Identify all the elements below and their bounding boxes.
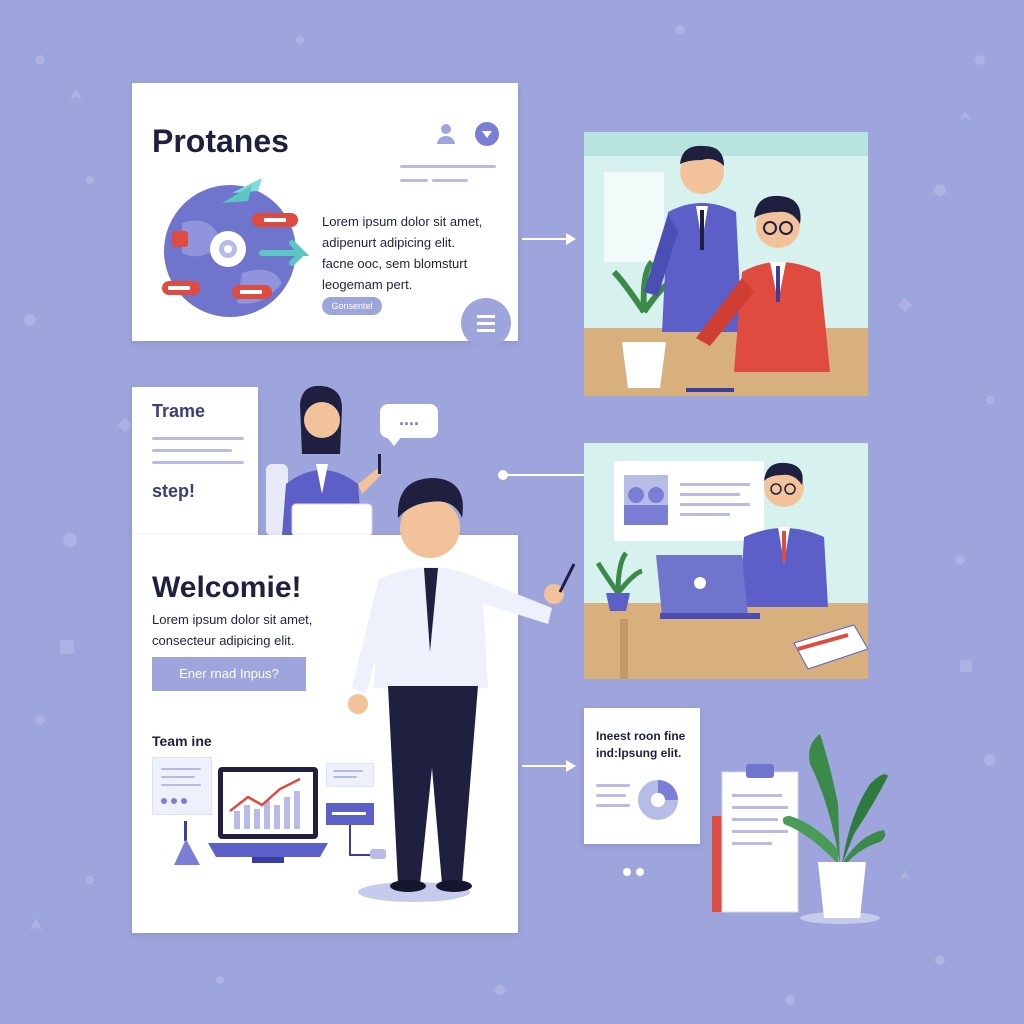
intro-card-body: Lorem ipsum dolor sit amet, adipenurt ad… (322, 214, 483, 292)
team-section-label: Team ine (152, 733, 212, 749)
decorative-line (152, 449, 232, 452)
connector-arrow (522, 238, 568, 240)
chevron-down-icon[interactable] (474, 121, 500, 152)
plant-illustration (780, 724, 890, 929)
info-card-text: Ineest roon fine ind:lpsung elit. (596, 729, 686, 760)
info-card: Ineest roon fine ind:lpsung elit. (584, 708, 700, 844)
tag-icon (172, 821, 202, 876)
user-icon[interactable] (434, 121, 458, 150)
intro-card-button[interactable]: Gonsentel (322, 297, 382, 315)
laptop-chart-illustration (208, 765, 328, 870)
decorative-line (596, 784, 630, 787)
side-card: Trame step! (132, 387, 258, 535)
arrow-head (566, 233, 576, 245)
welcome-input-button[interactable]: Ener rnad Inpus? (152, 657, 306, 691)
welcome-title: Welcomie! (152, 571, 302, 604)
intro-card-title: Protanes (152, 123, 289, 159)
globe-illustration (152, 173, 312, 328)
side-card-title: Trame (152, 401, 206, 421)
decorative-line (432, 179, 468, 182)
decorative-line (596, 794, 626, 797)
office-illustration (584, 443, 868, 679)
decorative-line (400, 165, 496, 168)
meeting-illustration (584, 132, 868, 396)
side-card-subtitle: step! (152, 481, 196, 501)
decorative-line (152, 437, 244, 440)
connector-arrow (522, 765, 568, 767)
pagination-dot (623, 868, 631, 876)
mini-doc-card (152, 757, 212, 815)
decorative-line (596, 804, 630, 807)
presenter-illustration (338, 468, 578, 913)
decorative-line (400, 179, 428, 182)
menu-icon[interactable] (460, 297, 512, 354)
arrow-head (566, 760, 576, 772)
speech-bubble-text: .... (398, 409, 419, 429)
donut-chart-icon (636, 778, 680, 827)
speech-bubble: .... (380, 404, 438, 438)
intro-card: Protanes Lorem ipsum dolor sit amet, adi… (132, 83, 518, 348)
welcome-body: Lorem ipsum dolor sit amet, consecteur a… (152, 612, 313, 648)
decorative-line (152, 461, 244, 464)
pagination-dot (636, 868, 644, 876)
speech-bubble-tail (386, 436, 402, 446)
